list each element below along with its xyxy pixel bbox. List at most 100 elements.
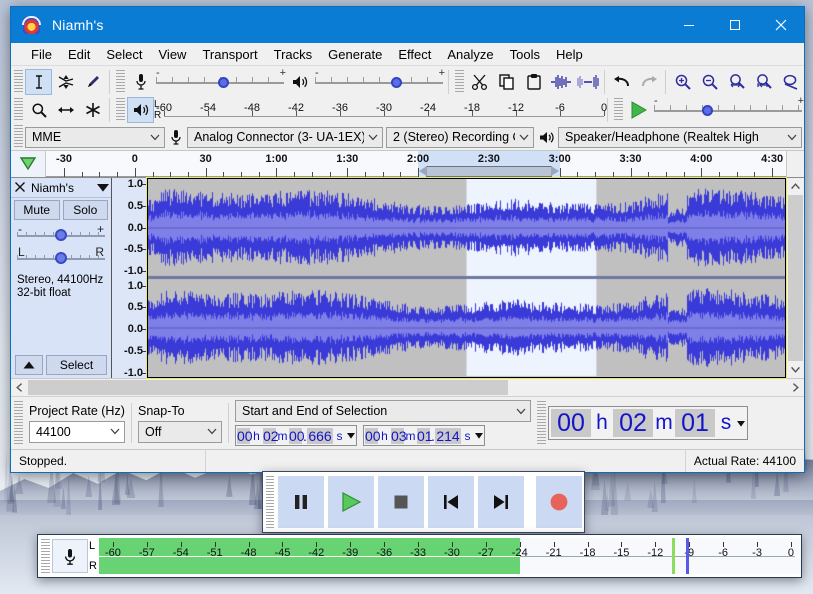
play-vol-thumb[interactable] (391, 77, 402, 88)
scroll-right-icon[interactable] (787, 379, 804, 396)
menu-generate[interactable]: Generate (320, 45, 390, 64)
pause-button[interactable] (278, 476, 325, 528)
waveform-canvas[interactable] (148, 179, 785, 377)
meter-toolbar-grip[interactable] (41, 539, 50, 573)
multi-tool-button[interactable] (79, 97, 106, 123)
selection-toolbar-grip[interactable] (14, 401, 23, 445)
quick-play-selection-bar[interactable] (419, 166, 559, 177)
input-channels-combo[interactable]: 2 (Stereo) Recording C (386, 126, 534, 148)
scroll-left-icon[interactable] (11, 379, 28, 396)
device-toolbar-grip[interactable] (14, 125, 23, 149)
envelope-tool-button[interactable] (52, 69, 79, 95)
maximize-icon[interactable] (712, 7, 758, 43)
input-device-combo[interactable]: Analog Connector (3- UA-1EX) (187, 126, 383, 148)
edit-toolbar-grip[interactable] (455, 70, 464, 94)
zoom-tool-button[interactable] (25, 97, 52, 123)
vertical-scrollbar[interactable] (786, 178, 804, 378)
pan-slider-thumb[interactable] (55, 252, 67, 264)
vertical-ruler[interactable]: 1.0 0.5 0.0 -0.5 -1.0 1.0 0.5 0.0 -0.5 -1.0 (112, 178, 147, 379)
record-button[interactable] (536, 476, 582, 528)
recording-meter-scale[interactable]: -60 -54 -48 -42 -36 -30 -24 -18 -12 -6 0 (156, 97, 607, 123)
collapse-track-icon[interactable] (15, 355, 43, 375)
play-at-speed-button[interactable] (625, 97, 652, 123)
fit-selection-button[interactable] (723, 69, 750, 95)
mute-button[interactable]: Mute (14, 200, 60, 220)
scroll-up-icon[interactable] (787, 178, 804, 195)
stop-button[interactable] (378, 476, 425, 528)
play-button[interactable] (328, 476, 375, 528)
skip-to-end-button[interactable] (478, 476, 525, 528)
selection-mode-combo[interactable]: Start and End of Selection (235, 400, 531, 422)
menu-tracks[interactable]: Tracks (266, 45, 321, 64)
audio-position-field[interactable]: 00 h 02 m 01 s (548, 406, 748, 440)
trim-audio-button[interactable] (547, 69, 574, 95)
paste-button[interactable] (520, 69, 547, 95)
waveform-display[interactable] (146, 177, 787, 379)
time-toolbar-grip[interactable] (537, 401, 546, 445)
pinned-play-head-icon[interactable] (11, 151, 46, 177)
menu-help[interactable]: Help (548, 45, 591, 64)
menu-view[interactable]: View (151, 45, 195, 64)
snap-to-combo[interactable]: Off (138, 420, 222, 443)
audio-host-combo[interactable]: MME (25, 126, 165, 148)
chevron-down-icon[interactable] (346, 432, 355, 439)
horizontal-scrollbar[interactable] (11, 378, 804, 396)
menu-file[interactable]: File (23, 45, 60, 64)
fit-project-button[interactable] (750, 69, 777, 95)
play-speed-thumb[interactable] (702, 105, 713, 116)
redo-button[interactable] (635, 69, 662, 95)
horizontal-scroll-thumb[interactable] (28, 380, 508, 395)
copy-button[interactable] (493, 69, 520, 95)
output-device-combo[interactable]: Speaker/Headphone (Realtek High (558, 126, 802, 148)
microphone-icon[interactable] (52, 539, 88, 573)
menu-edit[interactable]: Edit (60, 45, 98, 64)
menu-select[interactable]: Select (98, 45, 150, 64)
undo-button[interactable] (608, 69, 635, 95)
select-track-button[interactable]: Select (46, 355, 107, 375)
tools-toolbar-grip-2[interactable] (14, 98, 23, 122)
minimize-icon[interactable] (666, 7, 712, 43)
close-icon[interactable] (758, 7, 804, 43)
horizontal-scroll-track[interactable] (28, 380, 787, 395)
pan-slider[interactable]: L R (17, 245, 105, 268)
track-menu-caret-icon[interactable] (95, 183, 111, 192)
chevron-down-icon[interactable] (737, 414, 745, 432)
menu-effect[interactable]: Effect (390, 45, 439, 64)
chevron-down-icon[interactable] (474, 432, 483, 439)
play-speed-slider[interactable]: - + (652, 95, 804, 123)
menu-tools[interactable]: Tools (502, 45, 548, 64)
silence-audio-button[interactable] (574, 69, 601, 95)
selection-start-field[interactable]: 00 h 02 m 00 . 666 s (235, 425, 357, 446)
tools-toolbar-grip[interactable] (14, 70, 23, 94)
menu-transport[interactable]: Transport (194, 45, 265, 64)
timeline-ruler[interactable]: -30 0 30 1:00 1:30 2:00 2:30 3:00 3:30 4:00 4:30 (46, 151, 786, 177)
menu-analyze[interactable]: Analyze (439, 45, 501, 64)
cut-button[interactable] (466, 69, 493, 95)
end-h-unit: h (381, 428, 388, 443)
playback-volume-slider[interactable]: - + (313, 67, 445, 95)
transport-toolbar-grip[interactable] (266, 476, 275, 528)
track-name[interactable]: Niamh's (29, 181, 95, 195)
play-at-speed-grip[interactable] (614, 98, 623, 122)
skip-to-start-button[interactable] (428, 476, 475, 528)
solo-button[interactable]: Solo (62, 200, 108, 220)
zoom-out-button[interactable] (696, 69, 723, 95)
meter-bar-display[interactable]: -60 -57 -54 -51 -48 -45 -42 -39 -36 -33 -30 -27 -24-… (98, 538, 801, 574)
recording-volume-grip[interactable] (116, 70, 125, 94)
scroll-down-icon[interactable] (787, 361, 804, 378)
recording-meter-speaker-icon[interactable] (127, 97, 154, 123)
gain-slider-thumb[interactable] (55, 229, 67, 241)
recording-volume-slider[interactable]: - + (154, 67, 286, 95)
draw-tool-button[interactable] (79, 69, 106, 95)
zoom-in-button[interactable] (669, 69, 696, 95)
project-rate-combo[interactable]: 44100 (29, 420, 125, 443)
timeshift-tool-button[interactable] (52, 97, 79, 123)
selection-end-field[interactable]: 00 h 03 m 01 . 214 s (363, 425, 485, 446)
recording-meter-grip[interactable] (116, 98, 125, 122)
rec-vol-thumb[interactable] (218, 77, 229, 88)
selection-tool-button[interactable] (25, 69, 52, 95)
vertical-scroll-thumb[interactable] (788, 195, 803, 361)
gain-slider[interactable]: - + (17, 222, 105, 245)
close-track-icon[interactable] (11, 180, 29, 195)
zoom-toggle-button[interactable] (777, 69, 804, 95)
